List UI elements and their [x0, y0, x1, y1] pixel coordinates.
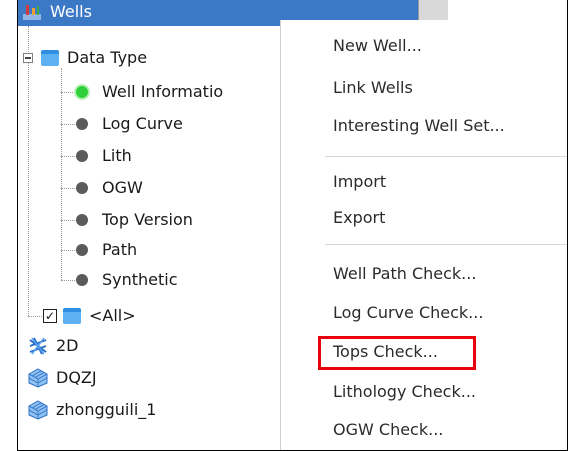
dot-icon [76, 182, 88, 194]
menu-item-well-path-check[interactable]: Well Path Check... [333, 264, 476, 283]
project-label: zhongguili_1 [56, 400, 157, 419]
tree-line [61, 250, 75, 251]
tree-item-path[interactable]: Path [76, 236, 137, 264]
tree-item-all[interactable]: ✓ <All> [43, 302, 136, 330]
tree-item-synthetic[interactable]: Synthetic [76, 266, 178, 294]
data-type-label: Data Type [67, 48, 148, 67]
tree-item-lith[interactable]: Lith [76, 142, 132, 170]
menu-separator [325, 244, 567, 245]
tree-item-zhongguili-1[interactable]: zhongguili_1 [28, 396, 156, 424]
item-label: Top Version [102, 210, 193, 229]
menu-item-lithology-check[interactable]: Lithology Check... [333, 382, 476, 401]
menu-item-new-well[interactable]: New Well... [333, 36, 422, 55]
seismic-2d-icon [29, 337, 47, 355]
item-label: Lith [102, 146, 132, 165]
dot-icon [76, 244, 88, 256]
menu-item-log-curve-check[interactable]: Log Curve Check... [333, 303, 483, 322]
dot-icon [76, 150, 88, 162]
tree-line [61, 156, 75, 157]
project-label: 2D [56, 336, 79, 355]
menu-item-ogw-check[interactable]: OGW Check... [333, 420, 443, 439]
menu-item-export[interactable]: Export [333, 208, 385, 227]
wells-icon [23, 5, 41, 20]
item-label: Log Curve [102, 114, 183, 133]
dot-icon [76, 274, 88, 286]
menu-separator [325, 156, 567, 157]
dot-icon [76, 214, 88, 226]
project-label: DQZJ [56, 368, 97, 387]
active-dot-icon [76, 86, 88, 98]
tree-line [61, 124, 75, 125]
tree-item-log-curve[interactable]: Log Curve [76, 110, 183, 138]
tree-item-data-type[interactable]: Data Type [23, 44, 147, 72]
tree-line [61, 92, 75, 93]
tree-line [61, 68, 62, 280]
tree-line [61, 188, 75, 189]
survey-3d-icon [28, 400, 48, 420]
tree-line [61, 280, 75, 281]
tree-line [28, 316, 42, 317]
context-menu: New Well... Link Wells Interesting Well … [280, 20, 567, 450]
all-checkbox[interactable]: ✓ [43, 309, 57, 323]
menu-item-interesting-well-set[interactable]: Interesting Well Set... [333, 116, 505, 135]
survey-3d-icon [28, 368, 48, 388]
item-label: Synthetic [102, 270, 178, 289]
menu-item-import[interactable]: Import [333, 172, 386, 191]
tree-item-wells[interactable]: Wells [22, 0, 92, 26]
collapse-icon[interactable] [23, 53, 33, 63]
tree-item-top-version[interactable]: Top Version [76, 206, 193, 234]
menu-item-link-wells[interactable]: Link Wells [333, 78, 413, 97]
tree-item-well-information[interactable]: Well Informatio [76, 78, 223, 106]
tree-item-2d[interactable]: 2D [28, 332, 79, 360]
tree-line [61, 220, 75, 221]
tops-check-highlight [318, 336, 476, 370]
item-label: OGW [102, 178, 143, 197]
window-frame: Wells Data Type Well Informatio Log Curv… [17, 0, 568, 451]
wells-label: Wells [50, 2, 92, 21]
tree-item-ogw[interactable]: OGW [76, 174, 143, 202]
folder-icon [63, 308, 81, 324]
item-label: Well Informatio [102, 82, 224, 101]
tree-item-dqzj[interactable]: DQZJ [28, 364, 97, 392]
folder-icon [41, 50, 59, 66]
item-label: Path [102, 240, 138, 259]
dot-icon [76, 118, 88, 130]
all-label: <All> [89, 306, 136, 325]
